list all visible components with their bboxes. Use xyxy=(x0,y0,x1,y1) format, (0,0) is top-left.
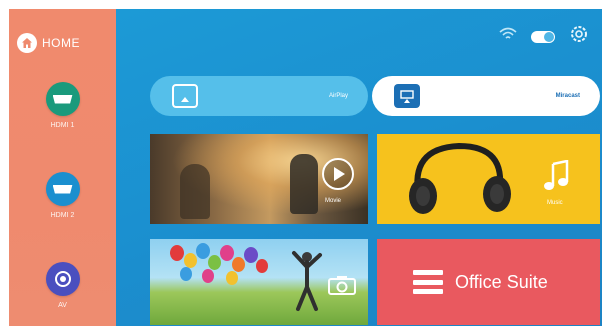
miracast-label: Miracast xyxy=(555,93,580,99)
balloon xyxy=(170,245,184,261)
sidebar: HOME HDMI 1 HDMI 2 AV xyxy=(9,9,116,326)
wifi-icon[interactable] xyxy=(499,27,517,46)
movie-tile[interactable]: Movie xyxy=(150,134,368,224)
music-note-icon xyxy=(544,160,569,190)
balloon xyxy=(184,253,197,268)
sidebar-item-label: HDMI 2 xyxy=(50,212,75,219)
toggle-switch[interactable] xyxy=(531,30,555,43)
headphones-image xyxy=(409,142,511,214)
balloon xyxy=(202,269,214,283)
sidebar-item-av[interactable]: AV xyxy=(9,262,116,309)
camera-icon xyxy=(328,276,356,295)
sidebar-item-label: AV xyxy=(58,302,67,309)
main-panel: AirPlay Miracast Movie Music Office Suit… xyxy=(116,9,602,326)
balloon xyxy=(180,267,192,281)
status-bar xyxy=(485,24,589,49)
balloon xyxy=(256,259,268,273)
balloon xyxy=(226,271,238,285)
airplay-label: AirPlay xyxy=(328,93,348,99)
sidebar-item-label: HDMI 1 xyxy=(50,122,75,129)
jumping-person-image xyxy=(292,251,322,311)
balloon xyxy=(196,243,210,259)
hdmi-port-icon xyxy=(45,172,80,206)
projector-home-screen: HOME HDMI 1 HDMI 2 AV AirPlay Miracast M… xyxy=(0,0,602,330)
sidebar-item-hdmi1[interactable]: HDMI 1 xyxy=(9,82,116,129)
mirror-cast-icon xyxy=(394,84,420,108)
list-icon xyxy=(413,270,443,294)
home-label: HOME xyxy=(42,36,80,50)
balloon xyxy=(232,257,245,272)
screen-cast-icon xyxy=(172,84,198,108)
office-suite-label: Office Suite xyxy=(455,271,548,292)
av-port-icon xyxy=(45,262,80,296)
balloon xyxy=(208,255,221,270)
home-icon xyxy=(17,33,37,53)
airplay-button[interactable]: AirPlay xyxy=(150,76,368,116)
movie-label: Movie xyxy=(325,198,342,204)
gear-icon[interactable] xyxy=(569,24,589,49)
balloon xyxy=(220,245,234,261)
office-suite-tile[interactable]: Office Suite xyxy=(377,239,600,325)
balloon xyxy=(244,247,258,263)
photo-tile[interactable] xyxy=(150,239,368,325)
miracast-button[interactable]: Miracast xyxy=(372,76,600,116)
movie-image-figure xyxy=(180,164,210,219)
music-tile[interactable]: Music xyxy=(377,134,600,224)
play-icon xyxy=(322,158,354,190)
movie-image-figure xyxy=(290,154,318,214)
home-header[interactable]: HOME xyxy=(17,31,80,55)
hdmi-port-icon xyxy=(45,82,80,116)
sidebar-item-hdmi2[interactable]: HDMI 2 xyxy=(9,172,116,219)
music-label: Music xyxy=(547,200,563,206)
